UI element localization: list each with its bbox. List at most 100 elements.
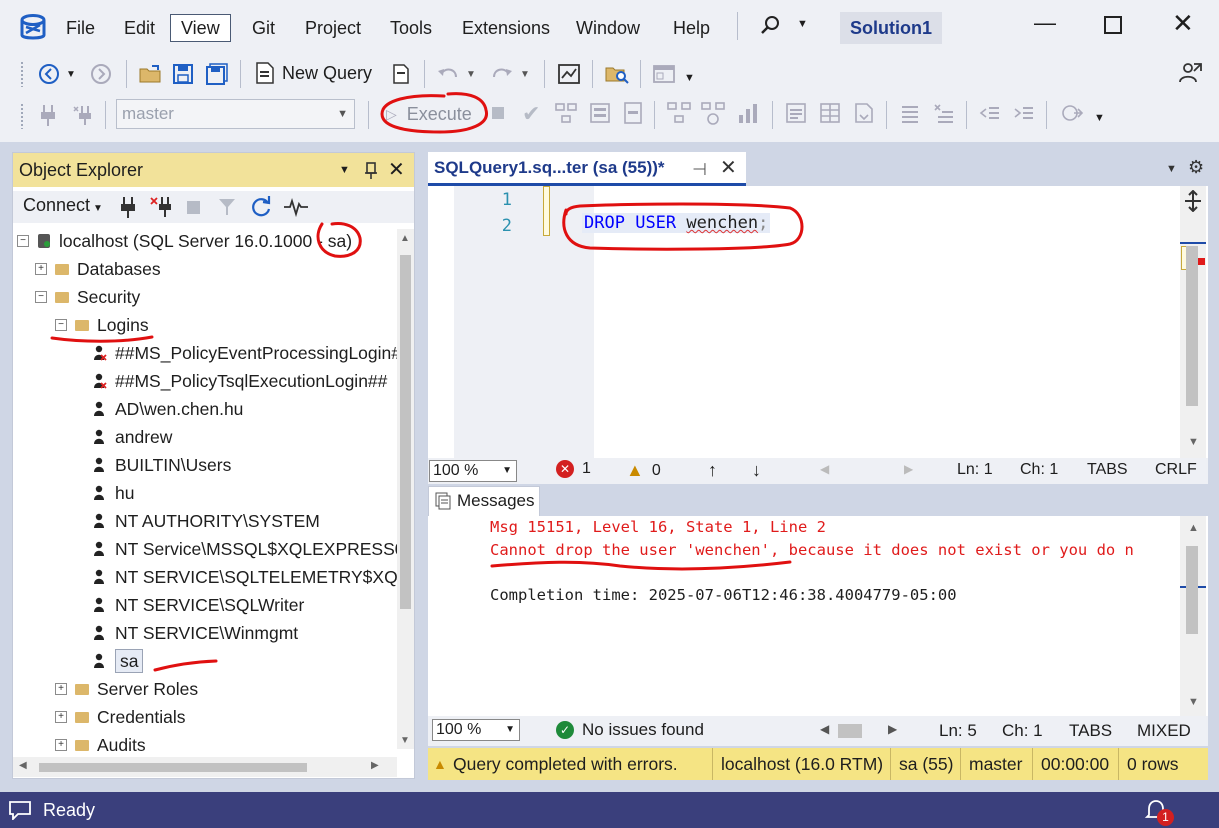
client-stats-icon[interactable] [736,101,762,125]
collapse-icon[interactable]: − [17,235,29,247]
scroll-right-icon[interactable]: ▶ [371,760,379,771]
open-folder-icon[interactable] [138,61,162,87]
intellisense-icon[interactable] [622,101,644,125]
previous-issue-icon[interactable]: ↑ [708,460,717,481]
parse-check-icon[interactable]: ✔ [522,101,540,127]
cancel-query-icon[interactable] [492,107,504,119]
object-explorer-search-icon[interactable] [604,61,630,87]
editor-line-ending[interactable]: CRLF [1155,461,1197,479]
login-item[interactable]: hu [93,480,134,506]
query-editor[interactable]: 1 2 DROP USER wenchen; [428,186,1208,458]
tree-node-logins[interactable]: − Logins [55,312,149,338]
live-share-icon[interactable] [1178,60,1204,86]
menu-git[interactable]: Git [242,14,285,42]
execute-button[interactable]: ▷ Execute [386,100,472,128]
menu-help[interactable]: Help [663,14,720,42]
tree-node-server[interactable]: − localhost (SQL Server 16.0.1000 - sa) [17,228,352,254]
hscroll-right-icon[interactable]: ▶ [904,462,913,476]
login-item[interactable]: NT Service\MSSQL$XQLEXPRESS03 [93,536,414,562]
toolbar-overflow-icon[interactable]: ▼ [684,72,695,84]
hscroll-left-icon[interactable]: ◀ [820,722,829,736]
navigate-back-icon[interactable]: ▼ [38,61,76,87]
login-item[interactable]: BUILTIN\Users [93,452,231,478]
menu-window[interactable]: Window [566,14,650,42]
live-stats-icon[interactable] [700,101,726,125]
menu-tools[interactable]: Tools [380,14,442,42]
query-options-icon[interactable] [588,101,612,125]
close-tab-icon[interactable]: ✕ [720,152,737,184]
menu-extensions[interactable]: Extensions [452,14,560,42]
scroll-left-icon[interactable]: ◀ [19,760,27,771]
minimize-icon[interactable]: — [1034,10,1056,36]
scroll-down-icon[interactable]: ▼ [400,735,410,746]
menu-file[interactable]: File [56,14,105,42]
settings-gear-icon[interactable]: ⚙ [1188,157,1204,178]
new-query-button[interactable]: New Query [254,60,372,86]
code-line-2[interactable]: DROP USER wenchen; [582,213,771,233]
messages-scroll-thumb[interactable] [1186,546,1198,634]
uncomment-lines-icon[interactable] [932,101,956,125]
activity-pulse-icon[interactable] [283,196,309,218]
menu-project[interactable]: Project [295,14,371,42]
expand-icon[interactable]: + [55,711,67,723]
messages-vertical-scrollbar[interactable]: ▲ ▼ [1180,516,1206,716]
undo-icon[interactable]: ▼ [436,61,476,87]
results-to-grid-icon[interactable] [818,101,842,125]
activity-monitor-icon[interactable] [557,61,581,87]
login-item[interactable]: NT SERVICE\SQLTELEMETRY$XQLEXPRESS03 [93,564,414,590]
login-item[interactable]: NT SERVICE\Winmgmt [93,620,298,646]
login-item[interactable]: ##MS_PolicyEventProcessingLogin## [93,340,411,366]
increase-indent-icon[interactable] [1012,101,1036,125]
editor-indent-mode[interactable]: TABS [1087,461,1128,479]
search-icon[interactable] [760,14,782,36]
save-all-icon[interactable] [205,61,229,87]
search-dropdown-icon[interactable]: ▼ [797,18,808,30]
output-window-icon[interactable] [8,800,32,820]
results-to-file-icon[interactable] [852,101,876,125]
messages-zoom-select[interactable]: 100 % ▼ [432,719,520,741]
hscroll-right-icon[interactable]: ▶ [888,722,897,736]
panel-menu-icon[interactable]: ▼ [339,153,350,187]
comment-lines-icon[interactable] [898,101,922,125]
error-count[interactable]: ✕ 1 [556,460,591,478]
login-item[interactable]: AD\wen.chen.hu [93,396,243,422]
editor-scroll-thumb[interactable] [1186,246,1198,406]
expand-icon[interactable]: + [55,739,67,751]
navigate-forward-icon[interactable] [90,61,112,87]
expand-icon[interactable]: + [35,263,47,275]
login-item[interactable]: ##MS_PolicyTsqlExecutionLogin## [93,368,387,394]
tab-list-dropdown-icon[interactable]: ▼ [1166,163,1177,175]
connect-dropdown-button[interactable]: Connect ▼ [23,195,103,216]
pin-icon[interactable] [363,153,379,187]
collapse-icon[interactable]: − [55,319,67,331]
refresh-icon[interactable] [249,194,273,220]
scroll-up-icon[interactable]: ▲ [1188,522,1199,534]
tab-sqlquery1[interactable]: SQLQuery1.sq...ter (sa (55))* ⊣ ✕ [428,152,746,186]
collapse-icon[interactable]: − [35,291,47,303]
disconnect-icon[interactable] [149,195,175,219]
change-connection-icon[interactable] [72,102,96,128]
messages-pane[interactable]: Msg 15151, Level 16, State 1, Line 2 Can… [428,516,1208,716]
scroll-up-icon[interactable]: ▲ [400,233,410,244]
login-item[interactable]: NT SERVICE\SQLWriter [93,592,304,618]
login-item[interactable]: NT AUTHORITY\SYSTEM [93,508,320,534]
split-window-icon[interactable] [1183,190,1203,212]
database-select[interactable]: master ▼ [116,99,355,129]
menu-view[interactable]: View [170,14,231,42]
scroll-down-icon[interactable]: ▼ [1188,436,1199,448]
tab-messages[interactable]: Messages [428,486,540,516]
object-explorer-horizontal-scrollbar[interactable]: ◀ ▶ [13,757,397,777]
maximize-icon[interactable] [1104,16,1122,34]
scroll-thumb[interactable] [400,255,411,609]
login-item[interactable]: andrew [93,424,172,450]
window-layout-icon[interactable] [652,61,676,87]
specify-template-values-icon[interactable] [1058,101,1084,125]
editor-vertical-scrollbar[interactable]: ▼ [1180,186,1206,458]
save-icon[interactable] [172,61,194,87]
messages-indent-mode[interactable]: TABS [1069,721,1112,741]
editor-zoom-select[interactable]: 100 % ▼ [429,460,517,482]
warning-count[interactable]: ▲ 0 [626,460,661,481]
object-explorer-vertical-scrollbar[interactable]: ▲ ▼ [397,229,414,749]
tree-node-audits[interactable]: + Audits [55,732,146,758]
pin-tab-icon[interactable]: ⊣ [692,154,707,186]
